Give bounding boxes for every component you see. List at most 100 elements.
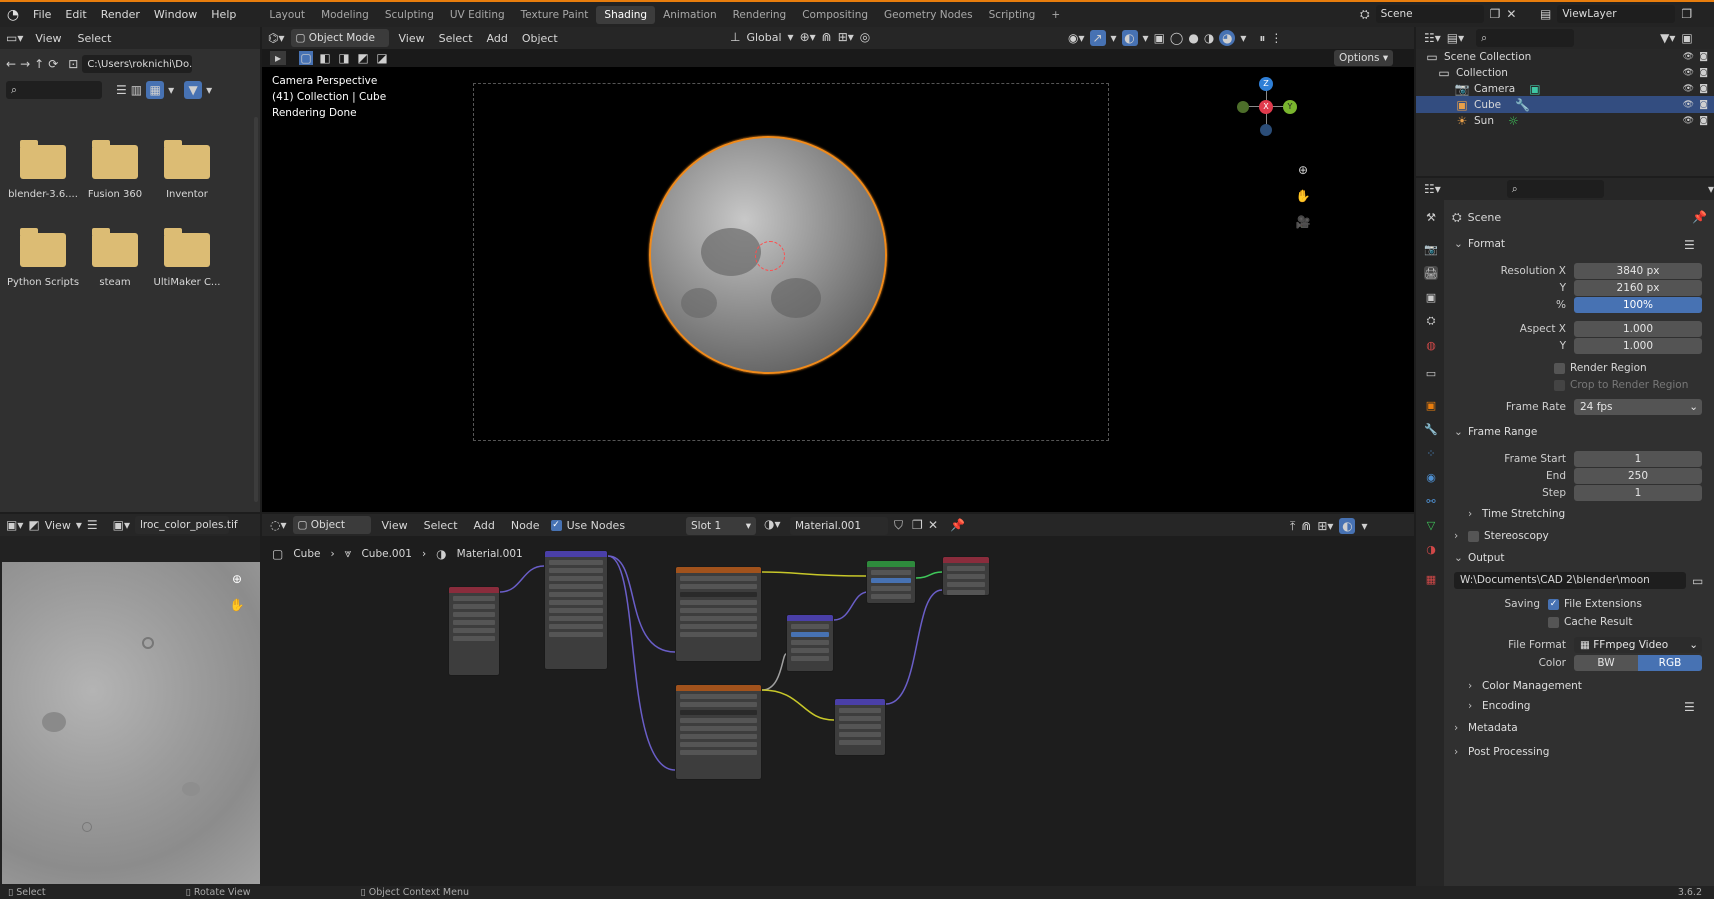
- viewport-editor-type-icon[interactable]: ⌬▾: [268, 31, 285, 45]
- new-scene-icon[interactable]: ❐: [1490, 7, 1501, 21]
- scene-name-field[interactable]: Scene: [1375, 5, 1484, 23]
- frame-rate-dropdown[interactable]: 24 fps ⌄: [1574, 399, 1702, 415]
- tab-modeling[interactable]: Modeling: [313, 6, 377, 24]
- node-height-image-texture[interactable]: [675, 684, 762, 780]
- viewport-menu-dots-icon[interactable]: ⋮: [1270, 31, 1282, 45]
- gizmo-x-label[interactable]: X: [1259, 100, 1273, 114]
- select-extend-icon[interactable]: ◧: [318, 51, 332, 65]
- node-color-image-texture[interactable]: [675, 566, 762, 662]
- stereoscopy-section-header[interactable]: › Stereoscopy: [1454, 530, 1549, 542]
- texture-tab-icon[interactable]: ▦: [1424, 572, 1438, 586]
- viewport-menu-select[interactable]: Select: [435, 32, 477, 45]
- new-collection-icon[interactable]: ▣: [1681, 31, 1692, 45]
- image-pan-hand-icon[interactable]: ✋: [228, 596, 246, 614]
- add-workspace-icon[interactable]: +: [1043, 9, 1068, 21]
- image-view-mode-icon[interactable]: ◩: [28, 518, 39, 532]
- tab-uv-editing[interactable]: UV Editing: [442, 6, 513, 24]
- frame-range-section-header[interactable]: ⌄ Frame Range: [1454, 426, 1537, 438]
- shader-node-editor[interactable]: ◌▾ ▢ Object View Select Add Node ✓ Use No…: [262, 514, 1414, 886]
- render-region-checkbox[interactable]: [1554, 362, 1565, 374]
- parent-dir-icon[interactable]: ↑: [34, 57, 44, 71]
- outliner-search-input[interactable]: ⌕: [1476, 29, 1575, 47]
- tab-animation[interactable]: Animation: [655, 6, 725, 24]
- options-dropdown[interactable]: Options ▾: [1334, 50, 1394, 66]
- detail-view-icon[interactable]: ▥: [131, 83, 142, 97]
- constraints-tab-icon[interactable]: ⚯: [1424, 494, 1438, 508]
- post-processing-section-header[interactable]: › Post Processing: [1454, 746, 1549, 758]
- outliner-item-cube[interactable]: ▣ Cube 🔧 👁 ◙: [1416, 96, 1714, 113]
- outliner-item-camera-data-icon[interactable]: ▣: [1529, 82, 1540, 96]
- image-view-dropdown-icon[interactable]: ▾: [76, 518, 82, 532]
- properties-pin-icon[interactable]: 📌: [1692, 210, 1707, 224]
- tab-sculpting[interactable]: Sculpting: [377, 6, 442, 24]
- encoding-presets-icon[interactable]: ☰: [1684, 700, 1695, 714]
- node-bump[interactable]: [786, 614, 834, 672]
- node-material-output[interactable]: [942, 556, 990, 596]
- resolution-y-field[interactable]: 2160 px: [1574, 280, 1702, 296]
- delete-scene-icon[interactable]: ✕: [1506, 7, 1516, 21]
- file-scrollbar[interactable]: [254, 117, 258, 502]
- viewport-menu-object[interactable]: Object: [518, 32, 562, 45]
- render-camera-icon[interactable]: ◙: [1699, 68, 1708, 78]
- scene-selector[interactable]: ⛭ Scene ❐ ✕: [1360, 5, 1516, 23]
- 3d-viewport[interactable]: ⌬▾ ▢ Object Mode View Select Add Object …: [262, 27, 1414, 512]
- material-shading-icon[interactable]: ◑: [1204, 31, 1214, 45]
- tab-layout[interactable]: Layout: [261, 6, 313, 24]
- color-management-section-header[interactable]: › Color Management: [1468, 680, 1582, 692]
- node-diffuse-bsdf[interactable]: [866, 560, 916, 604]
- object-tab-icon[interactable]: ▣: [1424, 398, 1438, 412]
- output-folder-icon[interactable]: ▭: [1692, 574, 1703, 588]
- zoom-icon[interactable]: ⊕: [1294, 161, 1312, 179]
- object-mode-dropdown[interactable]: ▢ Object Mode: [290, 29, 389, 47]
- cache-result-checkbox[interactable]: [1548, 616, 1559, 628]
- snap-target-icon[interactable]: ⊞▾: [838, 30, 854, 44]
- properties-search-input[interactable]: ⌕: [1506, 180, 1604, 198]
- back-arrow-icon[interactable]: ←: [6, 57, 16, 71]
- time-stretching-section-header[interactable]: › Time Stretching: [1468, 508, 1565, 520]
- visibility-icon[interactable]: ◉▾: [1068, 31, 1085, 45]
- visibility-eye-icon[interactable]: 👁: [1683, 68, 1694, 78]
- image-name-field[interactable]: lroc_color_poles.tif: [135, 516, 238, 534]
- menu-item-help[interactable]: Help: [204, 8, 243, 21]
- select-tool-icon[interactable]: ▸: [270, 51, 286, 65]
- outliner-item-sun[interactable]: ☀ Sun ☼ 👁 ◙: [1416, 112, 1714, 129]
- render-camera-icon[interactable]: ◙: [1699, 100, 1708, 110]
- file-extensions-checkbox[interactable]: ✓: [1548, 598, 1559, 610]
- gizmo-y-label[interactable]: Y: [1283, 100, 1297, 114]
- outliner-item-cube-data-icon[interactable]: 🔧: [1515, 98, 1530, 112]
- color-bw-button[interactable]: BW: [1574, 655, 1638, 671]
- particles-tab-icon[interactable]: ⁘: [1424, 446, 1438, 460]
- overlay-dropdown-icon[interactable]: ▾: [1143, 31, 1149, 45]
- file-search-input[interactable]: ⌕: [6, 81, 102, 99]
- select-invert-icon[interactable]: ◩: [356, 51, 370, 65]
- gizmo-neg-z[interactable]: [1260, 124, 1272, 136]
- tab-compositing[interactable]: Compositing: [794, 6, 876, 24]
- scene-tab-icon[interactable]: ⛭: [1424, 314, 1438, 328]
- xray-icon[interactable]: ▣: [1154, 31, 1165, 45]
- aspect-x-field[interactable]: 1.000: [1574, 321, 1702, 337]
- pause-render-icon[interactable]: ⏸: [1259, 31, 1265, 46]
- proportional-edit-icon[interactable]: ◎: [860, 30, 870, 44]
- snap-icon[interactable]: ⋒: [822, 30, 832, 44]
- moon-sphere[interactable]: [649, 136, 887, 374]
- world-tab-icon[interactable]: ◍: [1424, 338, 1438, 352]
- image-editor-view-menu[interactable]: View: [45, 519, 71, 532]
- resolution-x-field[interactable]: 3840 px: [1574, 263, 1702, 279]
- aspect-y-field[interactable]: 1.000: [1574, 338, 1702, 354]
- thumbnail-view-icon[interactable]: ▦: [146, 81, 165, 99]
- rendered-shading-icon[interactable]: ◕: [1219, 30, 1236, 46]
- select-new-icon[interactable]: ▢: [299, 51, 313, 65]
- node-texture-coordinate[interactable]: [448, 586, 500, 676]
- format-section-header[interactable]: ⌄ Format: [1454, 238, 1505, 250]
- tab-shading[interactable]: Shading: [596, 5, 656, 24]
- render-region-row[interactable]: Render Region: [1554, 360, 1714, 376]
- outliner-filter-icon[interactable]: ▼▾: [1660, 31, 1675, 45]
- render-camera-icon[interactable]: ◙: [1699, 84, 1708, 94]
- solid-shading-icon[interactable]: ●: [1188, 31, 1198, 45]
- color-rgb-button[interactable]: RGB: [1638, 655, 1702, 671]
- sort-dropdown-icon[interactable]: ▾: [168, 83, 174, 97]
- physics-tab-icon[interactable]: ◉: [1424, 470, 1438, 484]
- image-editor-type-icon[interactable]: ▣▾: [6, 518, 23, 532]
- editor-type-icon[interactable]: ▭▾: [6, 31, 23, 45]
- bookmark-icon[interactable]: ⊡: [68, 57, 78, 71]
